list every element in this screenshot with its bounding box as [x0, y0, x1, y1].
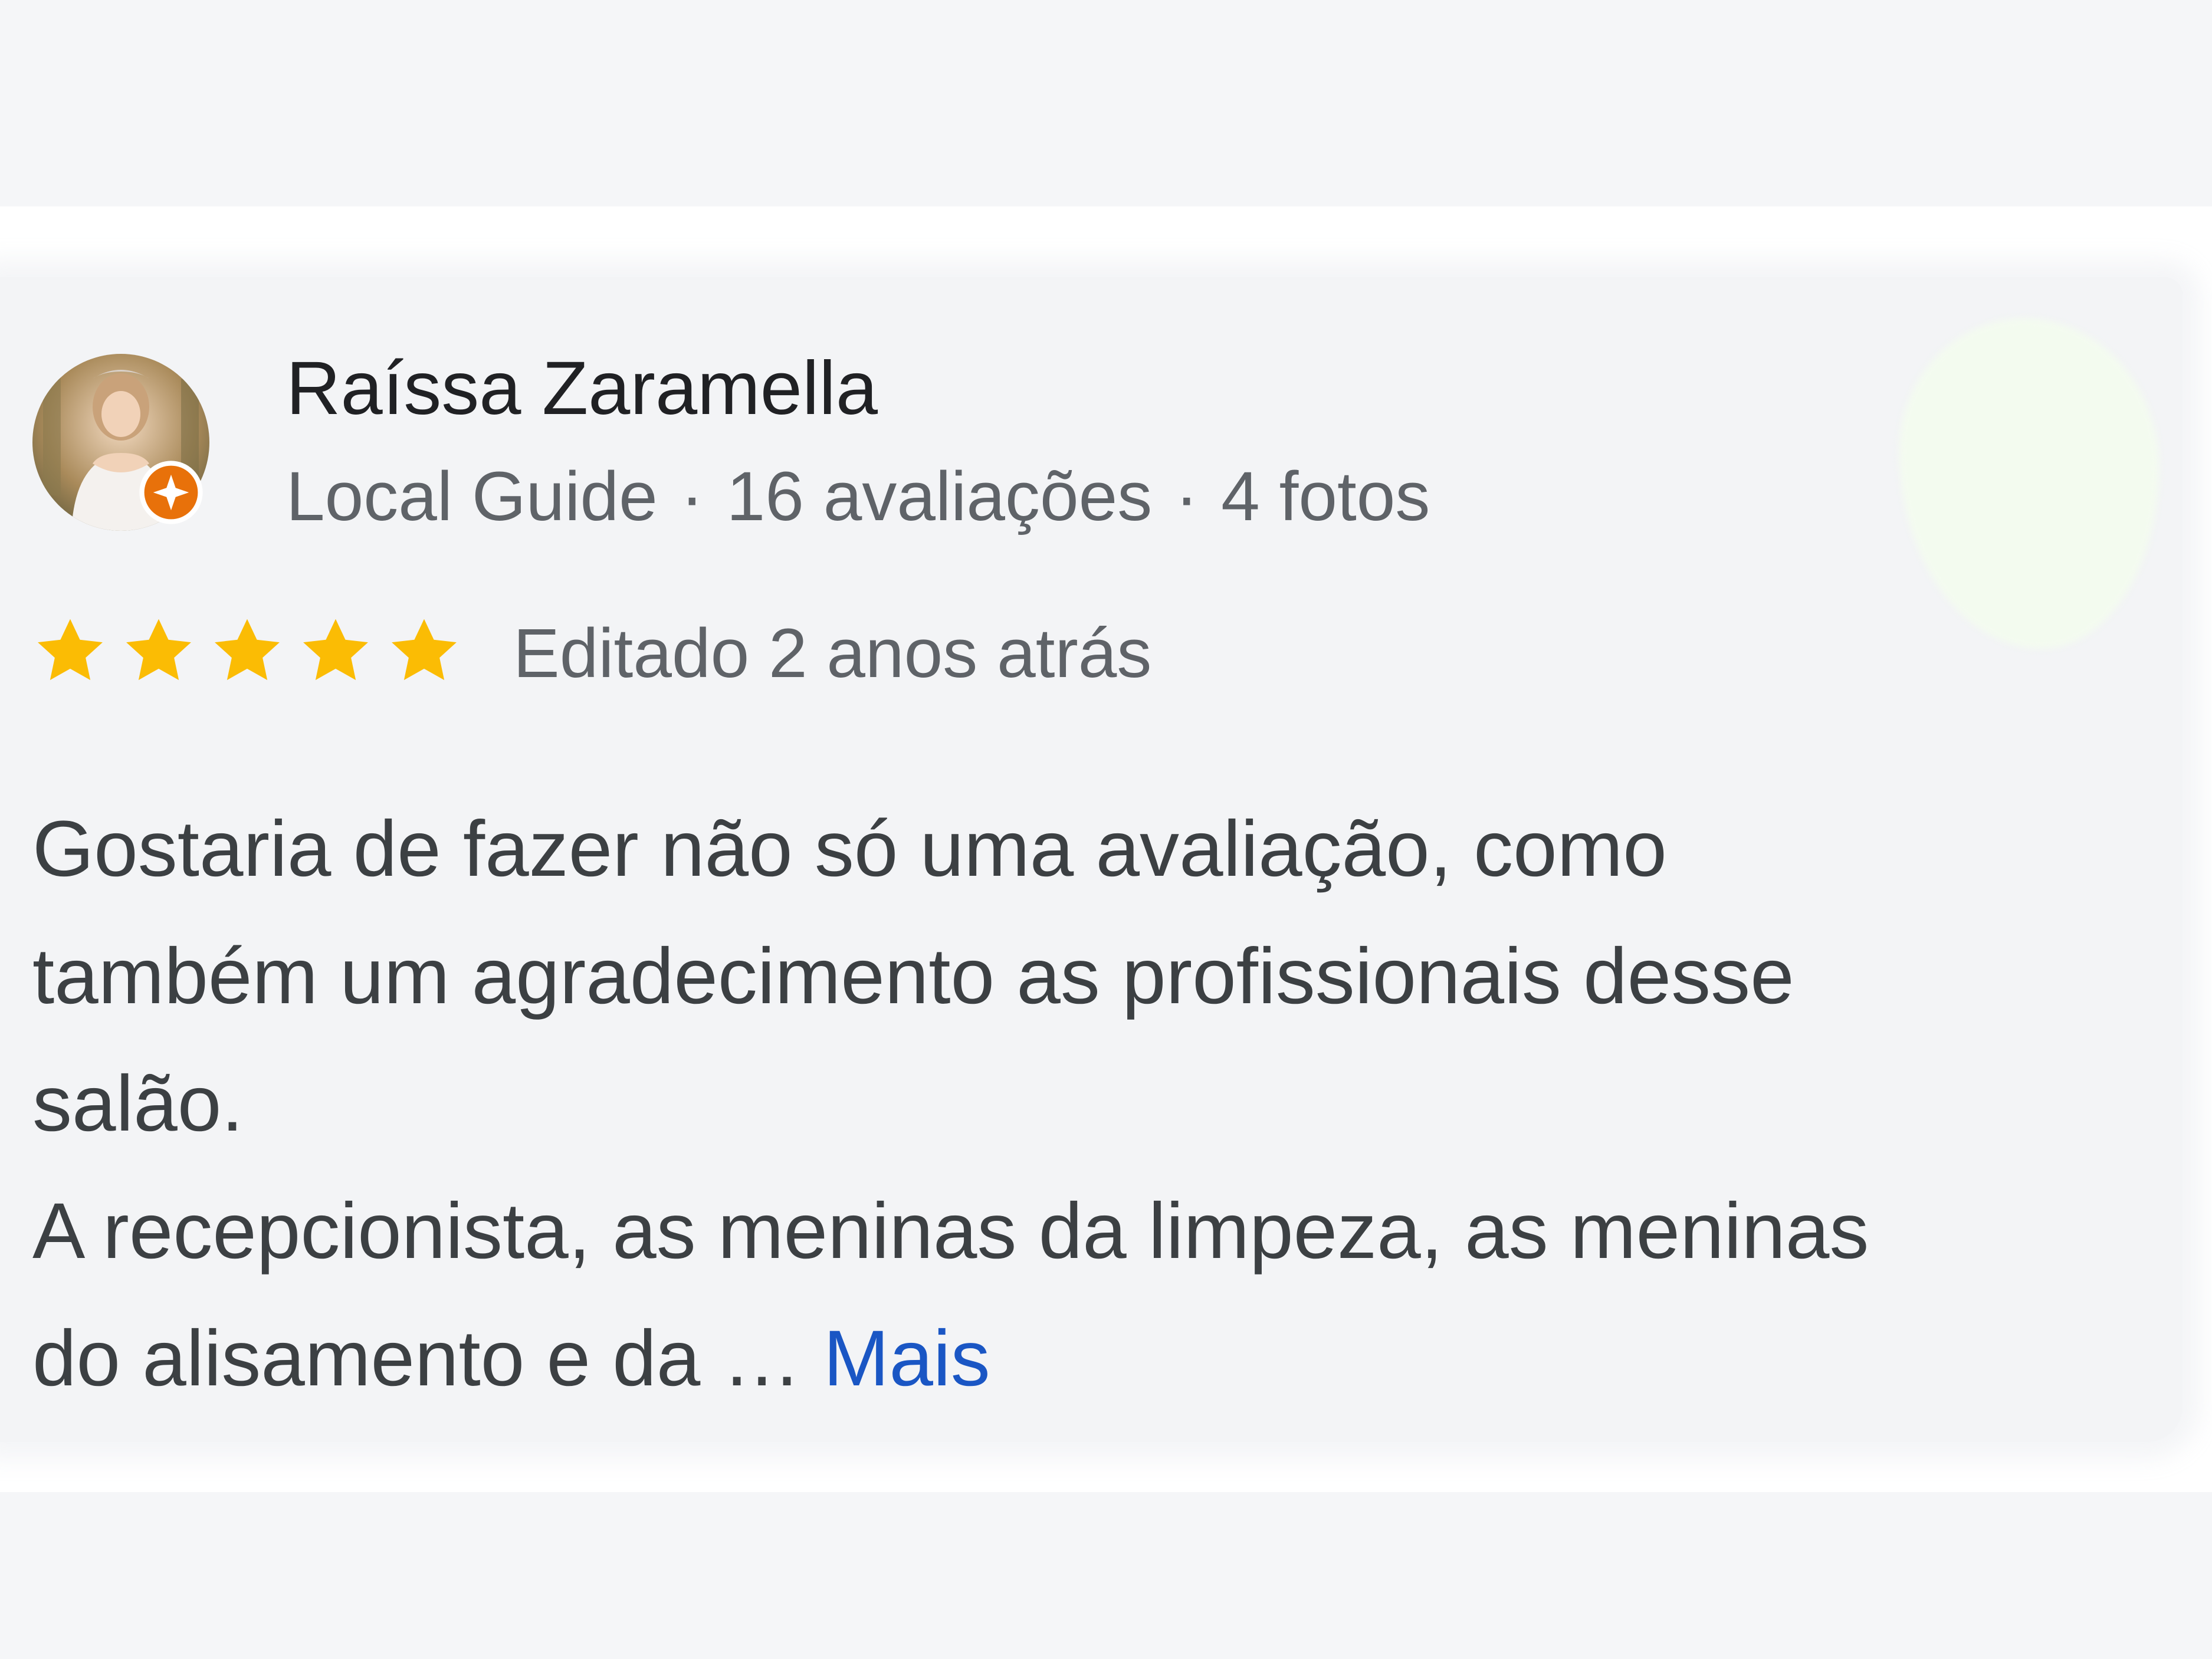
star-icon — [209, 613, 285, 689]
bottom-background — [0, 1492, 2212, 1659]
star-icon — [121, 613, 196, 689]
review-line: do alisamento e da … Mais — [32, 1295, 2156, 1423]
star-icon — [32, 613, 108, 689]
photo-count: 4 fotos — [1221, 458, 1430, 536]
review-line: Gostaria de fazer não só uma avaliação, … — [32, 805, 1667, 893]
reviewer-name[interactable]: Raíssa Zaramella — [286, 343, 878, 434]
review-count: 16 avaliações — [726, 458, 1153, 536]
review-line: também um agradecimento as profissionais… — [32, 932, 1794, 1020]
review-line-text: do alisamento e da … — [32, 1315, 802, 1402]
meta-separator: · — [680, 458, 704, 536]
review-line: salão. — [32, 1060, 244, 1148]
review-text: Gostaria de fazer não só uma avaliação, … — [32, 786, 2156, 1423]
local-guide-label: Local Guide — [286, 458, 658, 536]
review-date: Editado 2 anos atrás — [513, 615, 1152, 692]
meta-separator: · — [1175, 458, 1199, 536]
star-rating — [32, 613, 462, 696]
star-icon — [386, 613, 462, 689]
reviewer-meta: Local Guide · 16 avaliações · 4 fotos — [286, 455, 1430, 539]
star-icon — [298, 613, 373, 689]
top-background — [0, 0, 2212, 206]
review-line: A recepcionista, as meninas da limpeza, … — [32, 1187, 1869, 1275]
more-link[interactable]: Mais — [823, 1315, 990, 1402]
local-guide-badge-icon — [139, 460, 204, 525]
